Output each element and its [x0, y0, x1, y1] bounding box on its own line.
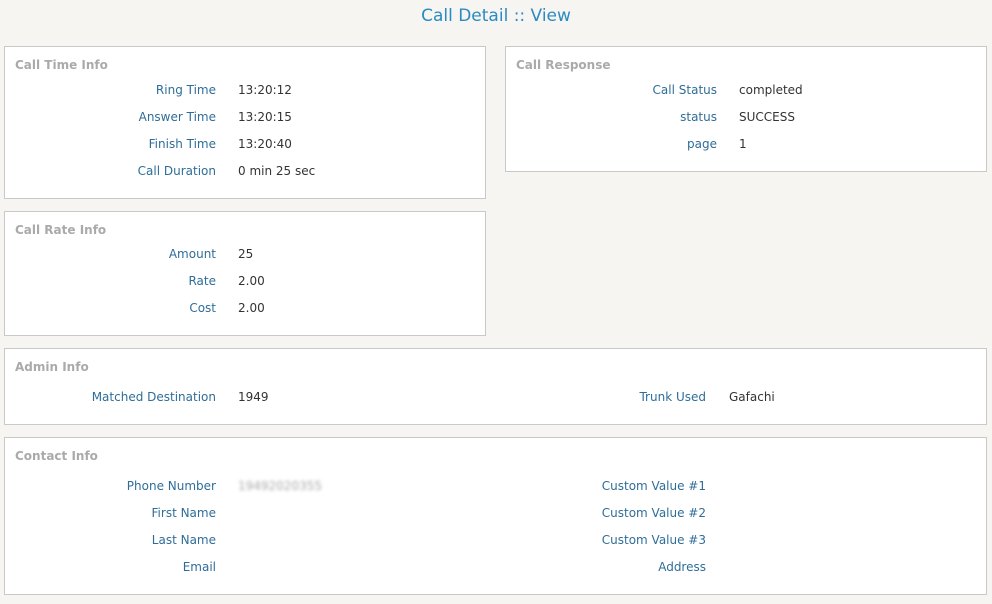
ring-time-label: Ring Time	[155, 83, 216, 97]
call-time-info-title: Call Time Info	[15, 58, 108, 72]
status-label: status	[680, 110, 717, 124]
call-duration-label: Call Duration	[137, 164, 216, 178]
page-value: 1	[739, 137, 747, 151]
custom-value-2-label: Custom Value #2	[601, 506, 706, 520]
call-status-row: Call Status completed	[506, 82, 986, 98]
rate-label: Rate	[188, 274, 216, 288]
custom-value-3-label: Custom Value #3	[601, 533, 706, 547]
call-duration-value: 0 min 25 sec	[238, 164, 316, 178]
status-value: SUCCESS	[739, 110, 795, 124]
cost-label: Cost	[189, 301, 216, 315]
amount-label: Amount	[168, 247, 216, 261]
call-response-title: Call Response	[516, 58, 611, 72]
cost-row: Cost 2.00	[5, 300, 485, 316]
rate-value: 2.00	[238, 274, 265, 288]
custom-value-1-label: Custom Value #1	[601, 479, 706, 493]
status-row: status SUCCESS	[506, 109, 986, 125]
cost-value: 2.00	[238, 301, 265, 315]
call-status-value: completed	[739, 83, 803, 97]
finish-time-value: 13:20:40	[238, 137, 292, 151]
admin-info-title: Admin Info	[15, 360, 89, 374]
custom-value-3-row: Custom Value #3	[5, 532, 986, 548]
finish-time-row: Finish Time 13:20:40	[5, 136, 485, 152]
answer-time-value: 13:20:15	[238, 110, 292, 124]
trunk-used-label: Trunk Used	[639, 390, 706, 404]
call-time-info-panel: Call Time Info Ring Time 13:20:12 Answer…	[4, 46, 486, 199]
amount-value: 25	[238, 247, 254, 261]
page-row: page 1	[506, 136, 986, 152]
rate-row: Rate 2.00	[5, 273, 485, 289]
trunk-used-row: Trunk Used Gafachi	[5, 389, 986, 405]
answer-time-row: Answer Time 13:20:15	[5, 109, 485, 125]
page-title: Call Detail :: View	[421, 6, 571, 26]
ring-time-row: Ring Time 13:20:12	[5, 82, 485, 98]
contact-info-title: Contact Info	[15, 449, 98, 463]
ring-time-value: 13:20:12	[238, 83, 292, 97]
custom-value-2-row: Custom Value #2	[5, 505, 986, 521]
answer-time-label: Answer Time	[138, 110, 216, 124]
call-response-panel: Call Response Call Status completed stat…	[505, 46, 987, 172]
call-status-label: Call Status	[652, 83, 717, 97]
finish-time-label: Finish Time	[148, 137, 216, 151]
call-rate-info-title: Call Rate Info	[15, 223, 107, 237]
admin-info-panel: Admin Info Matched Destination 1949 Trun…	[4, 348, 987, 425]
custom-value-1-row: Custom Value #1	[5, 478, 986, 494]
contact-info-panel: Contact Info Phone Number 19492020355 Fi…	[4, 437, 987, 595]
amount-row: Amount 25	[5, 246, 485, 262]
trunk-used-value: Gafachi	[729, 390, 775, 404]
address-row: Address	[5, 559, 986, 575]
address-label: Address	[658, 560, 706, 574]
call-duration-row: Call Duration 0 min 25 sec	[5, 163, 485, 179]
page-label: page	[687, 137, 717, 151]
call-rate-info-panel: Call Rate Info Amount 25 Rate 2.00 Cost …	[4, 211, 486, 336]
